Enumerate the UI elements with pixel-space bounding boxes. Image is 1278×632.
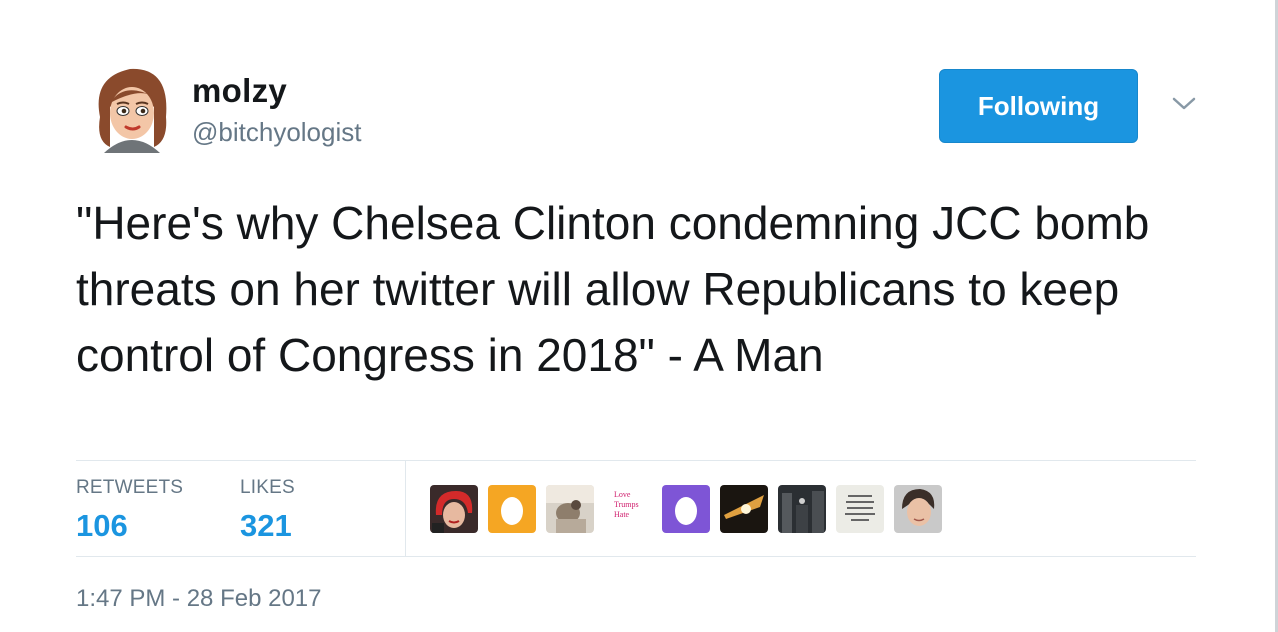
svg-text:Love: Love <box>614 490 631 499</box>
face-avatar[interactable] <box>894 485 942 533</box>
retweets-count: 106 <box>76 508 128 543</box>
retweets-stat[interactable]: RETWEETS 106 <box>76 477 183 544</box>
stats-divider <box>405 461 406 556</box>
likes-count: 321 <box>240 508 292 543</box>
svg-text:Trumps: Trumps <box>614 500 639 509</box>
quote-avatar[interactable] <box>836 485 884 533</box>
display-name[interactable]: molzy <box>192 72 287 110</box>
red-hair-avatar[interactable] <box>430 485 478 533</box>
egg-avatar[interactable] <box>662 485 710 533</box>
street-avatar[interactable] <box>778 485 826 533</box>
light-avatar[interactable] <box>720 485 768 533</box>
likes-label: LIKES <box>240 477 295 498</box>
following-button[interactable]: Following <box>939 69 1138 143</box>
likes-stat[interactable]: LIKES 321 <box>240 477 295 544</box>
egg-avatar[interactable] <box>488 485 536 533</box>
tweet-text: "Here's why Chelsea Clinton condemning J… <box>76 197 1150 381</box>
avatar[interactable] <box>84 57 180 153</box>
chevron-down-icon[interactable] <box>1169 92 1199 114</box>
retweets-label: RETWEETS <box>76 477 184 498</box>
photo-avatar[interactable] <box>546 485 594 533</box>
tweet-timestamp[interactable]: 1:47 PM - 28 Feb 2017 <box>76 585 321 613</box>
tweet-stats: RETWEETS 106 LIKES 321 Love Trumps Hate <box>76 460 1196 557</box>
text-avatar[interactable]: Love Trumps Hate <box>604 485 652 533</box>
svg-text:Hate: Hate <box>614 510 630 519</box>
user-handle[interactable]: @bitchyologist <box>192 117 361 148</box>
